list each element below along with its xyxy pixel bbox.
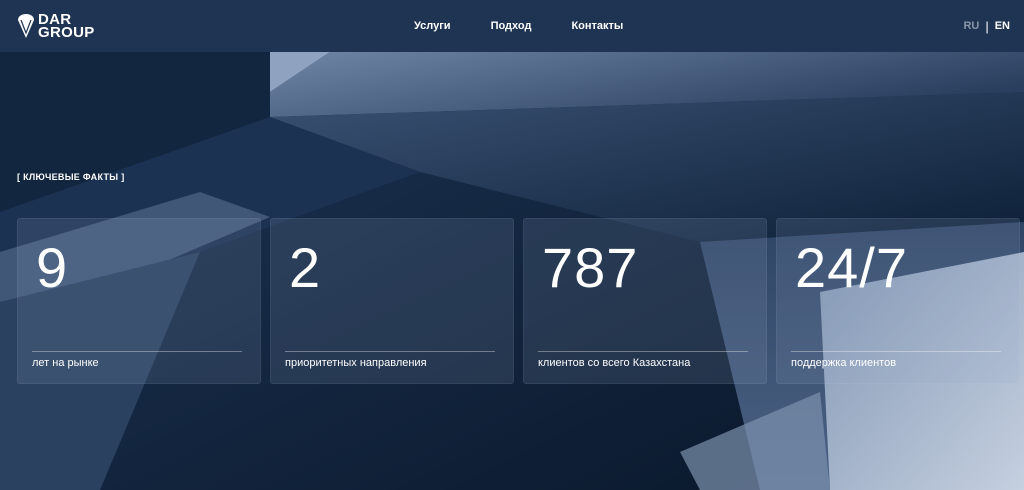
fact-divider bbox=[791, 351, 1001, 352]
fact-card: 2 приоритетных направления bbox=[270, 218, 514, 384]
ice-cream-cone-logo-icon bbox=[18, 14, 34, 38]
facts-cards: 9 лет на рынке 2 приоритетных направлени… bbox=[17, 218, 1020, 384]
brand-line2: GROUP bbox=[38, 24, 95, 41]
fact-caption: поддержка клиентов bbox=[791, 357, 897, 369]
fact-caption: приоритетных направления bbox=[285, 357, 427, 369]
brand-logo[interactable]: DAR GROUP bbox=[17, 12, 95, 41]
brand-wordmark: DAR GROUP bbox=[38, 12, 95, 41]
nav-item-approach[interactable]: Подход bbox=[491, 20, 532, 32]
lang-en[interactable]: EN bbox=[995, 20, 1010, 32]
fact-caption: клиентов со всего Казахстана bbox=[538, 357, 691, 369]
nav-item-services[interactable]: Услуги bbox=[414, 20, 451, 32]
nav-item-contacts[interactable]: Контакты bbox=[571, 20, 623, 32]
section-label-key-facts: [ КЛЮЧЕВЫЕ ФАКТЫ ] bbox=[17, 172, 125, 182]
fact-value: 2 bbox=[289, 236, 322, 299]
fact-divider bbox=[32, 351, 242, 352]
fact-card: 24/7 поддержка клиентов bbox=[776, 218, 1020, 384]
fact-value: 9 bbox=[36, 236, 69, 299]
language-switcher: RU | EN bbox=[963, 0, 1010, 52]
fact-value: 24/7 bbox=[795, 236, 908, 299]
main-nav: Услуги Подход Контакты bbox=[414, 0, 663, 52]
fact-caption: лет на рынке bbox=[32, 357, 99, 369]
fact-divider bbox=[285, 351, 495, 352]
fact-card: 9 лет на рынке bbox=[17, 218, 261, 384]
fact-divider bbox=[538, 351, 748, 352]
site-header: DAR GROUP Услуги Подход Контакты RU | EN bbox=[0, 0, 1024, 52]
fact-card: 787 клиентов со всего Казахстана bbox=[523, 218, 767, 384]
lang-separator: | bbox=[985, 18, 989, 34]
fact-value: 787 bbox=[542, 236, 639, 299]
page: DAR GROUP Услуги Подход Контакты RU | EN… bbox=[0, 0, 1024, 490]
lang-ru[interactable]: RU bbox=[963, 20, 979, 32]
